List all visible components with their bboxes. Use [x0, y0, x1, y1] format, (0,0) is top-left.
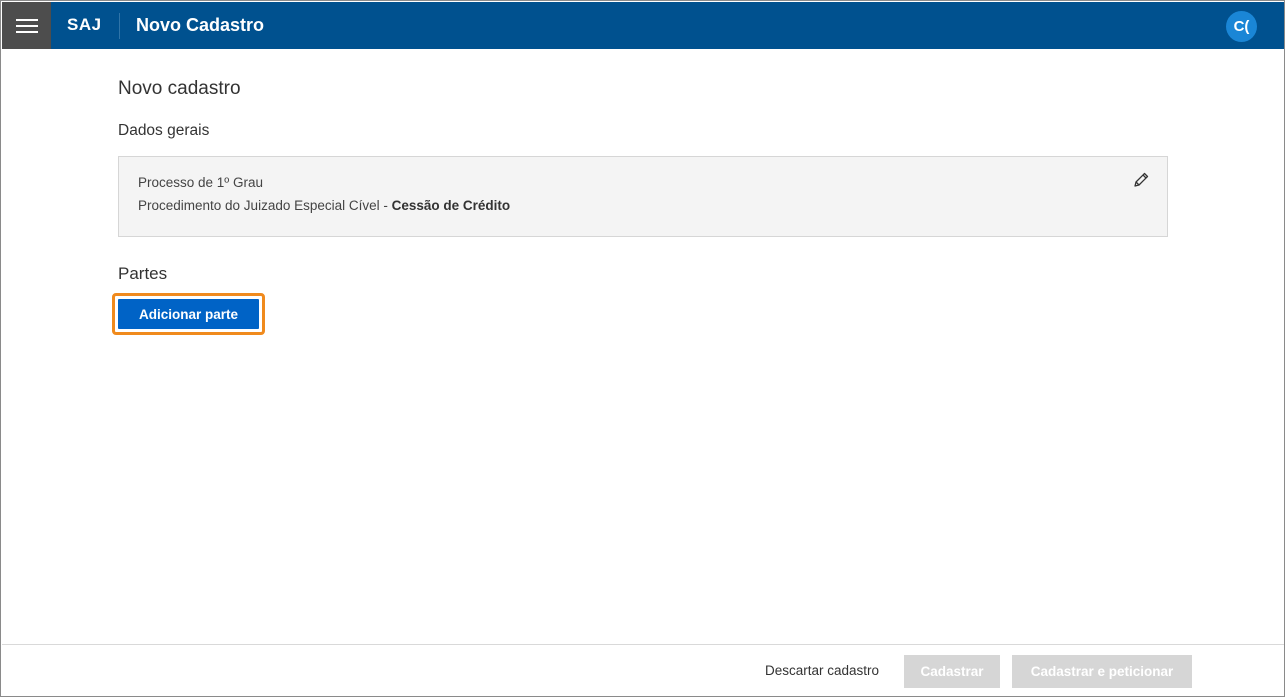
pencil-icon: [1134, 172, 1149, 187]
procedimento-classe: Procedimento do Juizado Especial Cível -…: [138, 198, 510, 213]
add-parte-button[interactable]: Adicionar parte: [118, 299, 259, 329]
header-divider: [119, 13, 120, 39]
app-title: Novo Cadastro: [136, 15, 265, 35]
menu-button[interactable]: [2, 2, 51, 49]
cadastrar-button[interactable]: Cadastrar: [904, 655, 1000, 688]
user-avatar[interactable]: C(: [1226, 11, 1257, 42]
dados-gerais-title: Dados gerais: [118, 122, 210, 139]
procedimento-label: Procedimento do Juizado Especial Cível -: [138, 198, 392, 213]
cadastrar-peticionar-button[interactable]: Cadastrar e peticionar: [1012, 655, 1192, 688]
brand-logo[interactable]: SAJ: [67, 15, 102, 35]
partes-title: Partes: [118, 264, 168, 283]
classe-label: Cessão de Crédito: [391, 198, 511, 213]
app-window: SAJ Novo Cadastro C( Novo cadastro Dados…: [0, 0, 1285, 697]
add-parte-highlight: Adicionar parte: [112, 293, 265, 335]
hamburger-menu-icon: [15, 18, 38, 33]
processo-grau: Processo de 1º Grau: [138, 175, 263, 190]
page-title: Novo cadastro: [118, 78, 241, 99]
discard-button[interactable]: Descartar cadastro: [765, 663, 879, 678]
footer-divider: [2, 644, 1284, 645]
dados-gerais-card: Processo de 1º Grau Procedimento do Juiz…: [118, 156, 1168, 237]
top-bar: SAJ Novo Cadastro C(: [2, 2, 1284, 49]
edit-button[interactable]: [1132, 171, 1150, 189]
